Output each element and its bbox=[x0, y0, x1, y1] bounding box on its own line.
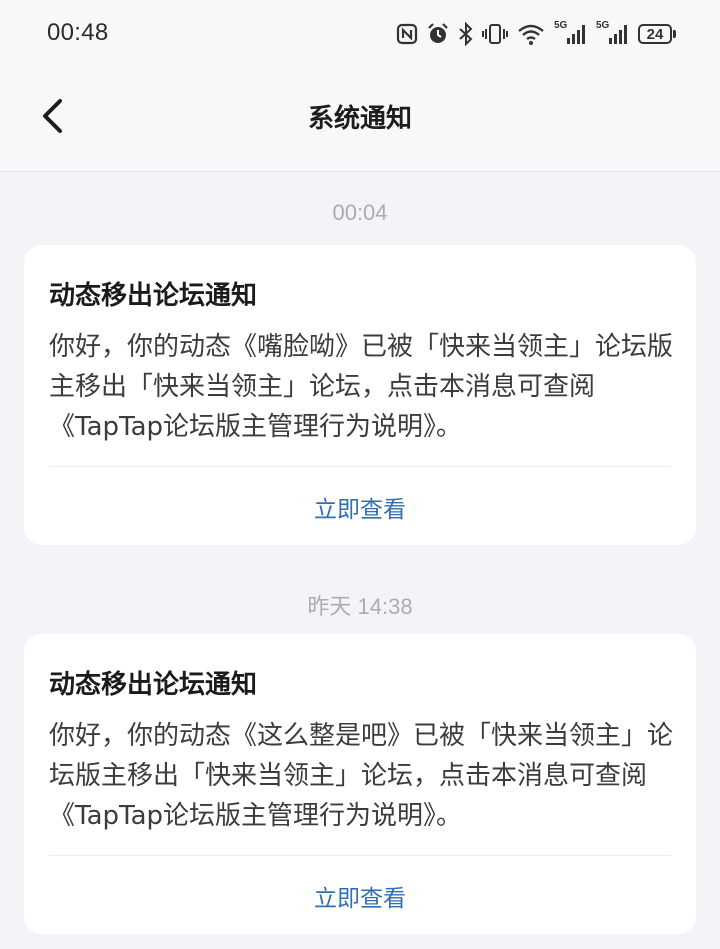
divider bbox=[49, 855, 671, 856]
notification-body: 你好，你的动态《嘴脸呦》已被「快来当领主」论坛版主移出「快来当领主」论坛，点击本… bbox=[49, 332, 674, 442]
wifi-icon bbox=[518, 24, 544, 45]
divider bbox=[49, 466, 671, 467]
notification-card[interactable]: 动态移出论坛通知 你好，你的动态《嘴脸呦》已被「快来当领主」论坛版主移出「快来当… bbox=[24, 245, 696, 545]
view-now-link[interactable]: 立即查看 bbox=[24, 879, 696, 913]
signal-5g-icon: 5G bbox=[554, 20, 588, 46]
notification-body: 你好，你的动态《这么整是吧》已被「快来当领主」论坛版主移出「快来当领主」论坛，点… bbox=[49, 721, 674, 831]
bluetooth-icon bbox=[459, 22, 473, 46]
notification-time: 昨天 14:38 bbox=[307, 594, 413, 619]
status-time: 00:48 bbox=[47, 19, 109, 46]
signal-5g-icon: 5G bbox=[596, 20, 630, 46]
nfc-icon bbox=[396, 23, 418, 45]
view-now-link[interactable]: 立即查看 bbox=[24, 490, 696, 524]
battery-icon: 24 bbox=[638, 24, 676, 44]
notification-card[interactable]: 动态移出论坛通知 你好，你的动态《这么整是吧》已被「快来当领主」论坛版主移出「快… bbox=[24, 634, 696, 934]
notification-title: 动态移出论坛通知 bbox=[49, 670, 258, 700]
page-title: 系统通知 bbox=[307, 104, 412, 134]
battery-level: 24 bbox=[638, 24, 672, 44]
status-bar: 00:48 5G 5G 24 bbox=[0, 0, 720, 68]
alarm-icon bbox=[428, 23, 448, 43]
notification-time: 00:04 bbox=[332, 200, 388, 225]
notification-title: 动态移出论坛通知 bbox=[49, 281, 258, 311]
vibrate-icon bbox=[482, 24, 508, 44]
status-icons: 5G 5G 24 bbox=[396, 20, 676, 48]
nav-bar: 系统通知 bbox=[0, 68, 720, 172]
